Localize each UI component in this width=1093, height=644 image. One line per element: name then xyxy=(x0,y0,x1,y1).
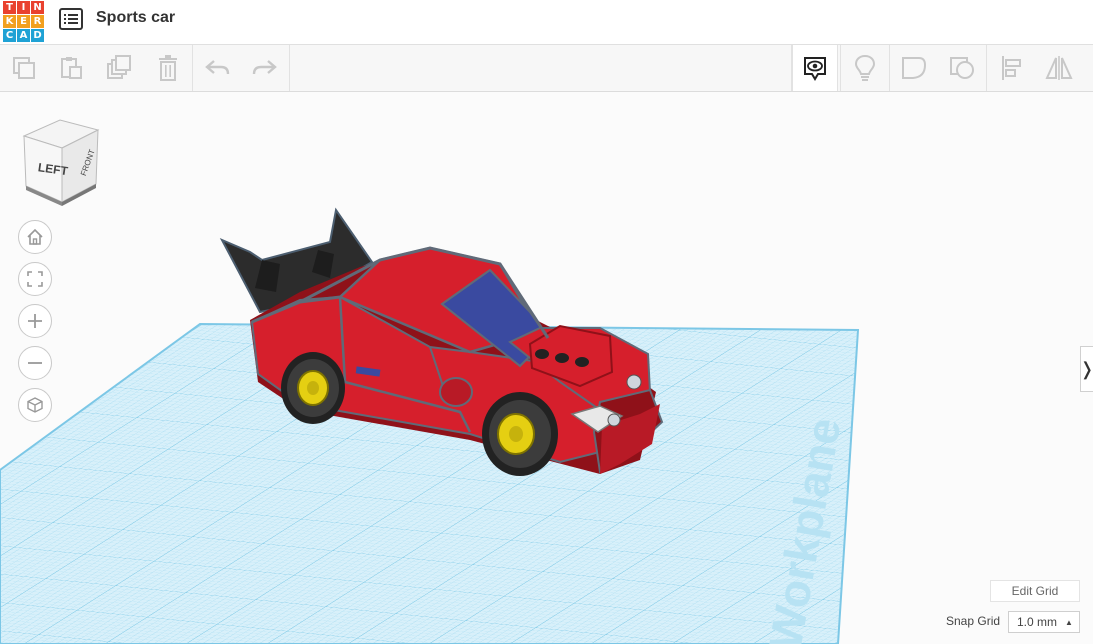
scoop-hole xyxy=(575,357,589,367)
notes-visibility-button[interactable] xyxy=(792,45,838,91)
delete-icon xyxy=(159,55,177,81)
light-bulb-button[interactable] xyxy=(842,45,888,91)
logo-letter: I xyxy=(17,1,30,14)
3d-viewport[interactable]: Workplane LEFT FRONT Edit Grid Snap Grid… xyxy=(0,92,1093,644)
design-title[interactable]: Sports car xyxy=(96,9,175,27)
duplicate-icon xyxy=(107,55,131,79)
undo-icon xyxy=(205,60,230,75)
logo-letter: T xyxy=(3,1,16,14)
group-icon xyxy=(902,57,927,79)
caret-up-icon: ▲ xyxy=(1065,617,1073,627)
notes-visibility-icon xyxy=(804,57,826,81)
logo-letter: C xyxy=(3,29,16,42)
ortho-view-icon xyxy=(27,397,43,413)
logo-letter: A xyxy=(17,29,30,42)
workplane-scene[interactable]: Workplane xyxy=(0,92,1093,644)
copy-icon xyxy=(13,57,35,79)
paste-button[interactable] xyxy=(48,45,94,91)
logo-letter: E xyxy=(17,15,30,28)
redo-icon xyxy=(252,60,277,75)
toolbar xyxy=(0,45,1093,92)
fit-view-icon xyxy=(27,271,43,287)
ungroup-icon xyxy=(950,57,974,79)
tinkercad-logo[interactable]: T I N K E R C A D xyxy=(2,0,45,42)
collapse-panel-button[interactable]: ❭ xyxy=(1079,346,1093,392)
zoom-out-button[interactable] xyxy=(18,346,52,380)
toolbar-divider xyxy=(289,45,290,91)
scoop-hole xyxy=(555,353,569,363)
undo-button[interactable] xyxy=(195,45,241,91)
ungroup-button[interactable] xyxy=(939,45,985,91)
scoop-hole xyxy=(535,349,549,359)
group-button[interactable] xyxy=(891,45,937,91)
toolbar-divider xyxy=(986,45,987,91)
side-exhaust xyxy=(439,377,473,407)
logo-letter: N xyxy=(31,1,44,14)
mirror-button[interactable] xyxy=(1036,45,1082,91)
app-header: T I N K E R C A D Sports car xyxy=(0,0,1093,45)
view-cube[interactable]: LEFT FRONT xyxy=(20,116,102,206)
copy-button[interactable] xyxy=(1,45,47,91)
paste-icon xyxy=(61,57,82,79)
logo-letter: K xyxy=(3,15,16,28)
front-wheel[interactable] xyxy=(482,392,558,476)
toolbar-divider xyxy=(889,45,890,91)
redo-button[interactable] xyxy=(241,45,287,91)
align-button[interactable] xyxy=(988,45,1034,91)
home-view-button[interactable] xyxy=(18,220,52,254)
edit-grid-button[interactable]: Edit Grid xyxy=(990,580,1080,602)
zoom-in-icon xyxy=(28,314,42,328)
home-icon xyxy=(27,228,43,245)
fog-light xyxy=(607,413,621,427)
rear-wheel[interactable] xyxy=(281,352,345,424)
fit-view-button[interactable] xyxy=(18,262,52,296)
zoom-in-button[interactable] xyxy=(18,304,52,338)
zoom-out-icon xyxy=(28,362,42,364)
logo-letter: R xyxy=(31,15,44,28)
align-icon xyxy=(1002,56,1021,80)
fog-light xyxy=(626,374,642,390)
toolbar-divider xyxy=(192,45,193,91)
logo-letter: D xyxy=(31,29,44,42)
snap-grid-value: 1.0 mm xyxy=(1017,615,1058,629)
light-bulb-icon xyxy=(854,54,876,81)
snap-grid-select[interactable]: 1.0 mm ▲ xyxy=(1008,611,1080,633)
snap-grid-label: Snap Grid xyxy=(946,614,1001,628)
mirror-icon xyxy=(1045,56,1073,80)
design-list-button[interactable] xyxy=(58,8,84,30)
list-icon xyxy=(59,8,83,30)
toolbar-divider xyxy=(840,45,841,91)
delete-button[interactable] xyxy=(145,45,191,91)
duplicate-button[interactable] xyxy=(97,45,143,91)
ortho-view-button[interactable] xyxy=(18,388,52,422)
